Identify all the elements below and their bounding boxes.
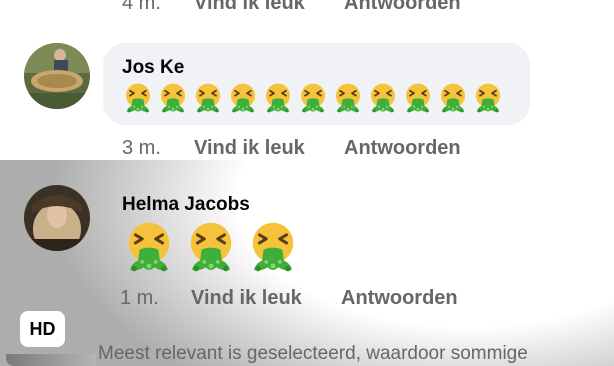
avatar-jos-ke[interactable] — [24, 43, 90, 109]
vomiting-face-icon — [297, 82, 329, 119]
like-link[interactable]: Vind ik leuk — [194, 0, 305, 15]
vomiting-face-icon — [262, 82, 294, 119]
vomiting-face-icon — [246, 220, 300, 279]
vomiting-face-icon — [472, 82, 504, 119]
reply-link[interactable]: Antwoorden — [344, 0, 461, 15]
vomiting-face-icon — [367, 82, 399, 119]
vomiting-face-icon — [122, 82, 154, 119]
comment-author[interactable]: Helma Jacobs — [122, 194, 250, 216]
reply-link[interactable]: Antwoorden — [344, 137, 461, 160]
comment-time: 1 m. — [120, 287, 159, 309]
hd-quality-button[interactable]: HD — [20, 311, 65, 347]
comment-time: 3 m. — [122, 137, 161, 159]
like-link[interactable]: Vind ik leuk — [194, 137, 305, 160]
sort-notice: Meest relevant is geselecteerd, waardoor… — [98, 343, 528, 364]
like-link[interactable]: Vind ik leuk — [191, 287, 302, 310]
vomiting-face-icon — [332, 82, 364, 119]
vomiting-face-icon — [437, 82, 469, 119]
reply-link[interactable]: Antwoorden — [341, 287, 458, 310]
video-progress-bar[interactable] — [6, 354, 96, 366]
comment-time: 4 m. — [122, 0, 161, 14]
comment-author[interactable]: Jos Ke — [122, 57, 184, 79]
previous-comment-meta: 4 m. Vind ik leuk Antwoorden — [122, 0, 522, 16]
comment-meta: 3 m. Vind ik leuk Antwoorden — [122, 137, 522, 161]
vomiting-face-icon — [227, 82, 259, 119]
vomiting-face-icon — [402, 82, 434, 119]
emoji-row — [122, 220, 308, 279]
vomiting-face-icon — [122, 220, 176, 279]
avatar-helma-jacobs[interactable] — [24, 185, 90, 251]
vomiting-face-icon — [184, 220, 238, 279]
vomiting-face-icon — [157, 82, 189, 119]
comment-meta: 1 m. Vind ik leuk Antwoorden — [120, 287, 520, 311]
emoji-row — [122, 82, 507, 119]
vomiting-face-icon — [192, 82, 224, 119]
